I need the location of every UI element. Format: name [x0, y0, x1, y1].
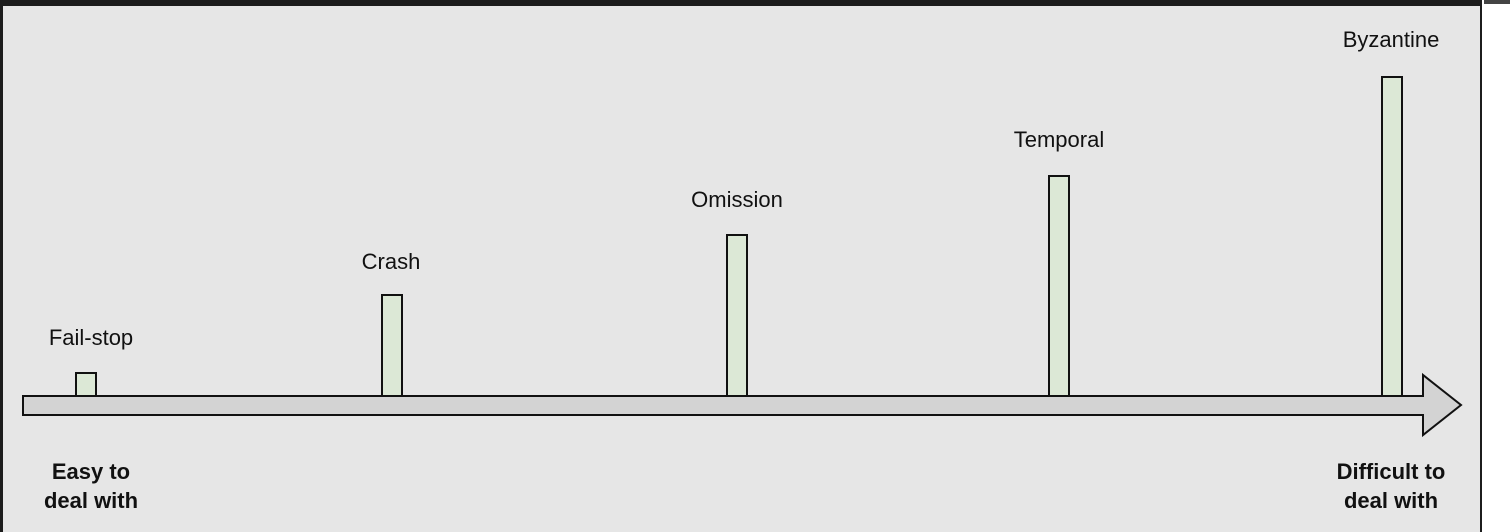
label-omission: Omission — [691, 187, 783, 212]
label-fail-stop: Fail-stop — [49, 325, 133, 350]
label-byzantine: Byzantine — [1343, 27, 1440, 52]
bar-temporal — [1048, 175, 1070, 397]
label-crash: Crash — [362, 249, 421, 274]
failure-difficulty-diagram: Fail-stop Crash Omission Temporal Byzant… — [22, 27, 1463, 513]
bar-fail-stop — [75, 372, 97, 397]
bar-byzantine — [1381, 76, 1403, 397]
bar-crash — [381, 294, 403, 397]
difficult-label-line2: deal with — [1344, 488, 1438, 513]
easy-label-line2: deal with — [44, 488, 138, 513]
difficult-label-line1: Difficult to — [1337, 459, 1446, 484]
easy-label-line1: Easy to — [52, 459, 130, 484]
bar-omission — [726, 234, 748, 397]
label-temporal: Temporal — [1014, 127, 1104, 152]
